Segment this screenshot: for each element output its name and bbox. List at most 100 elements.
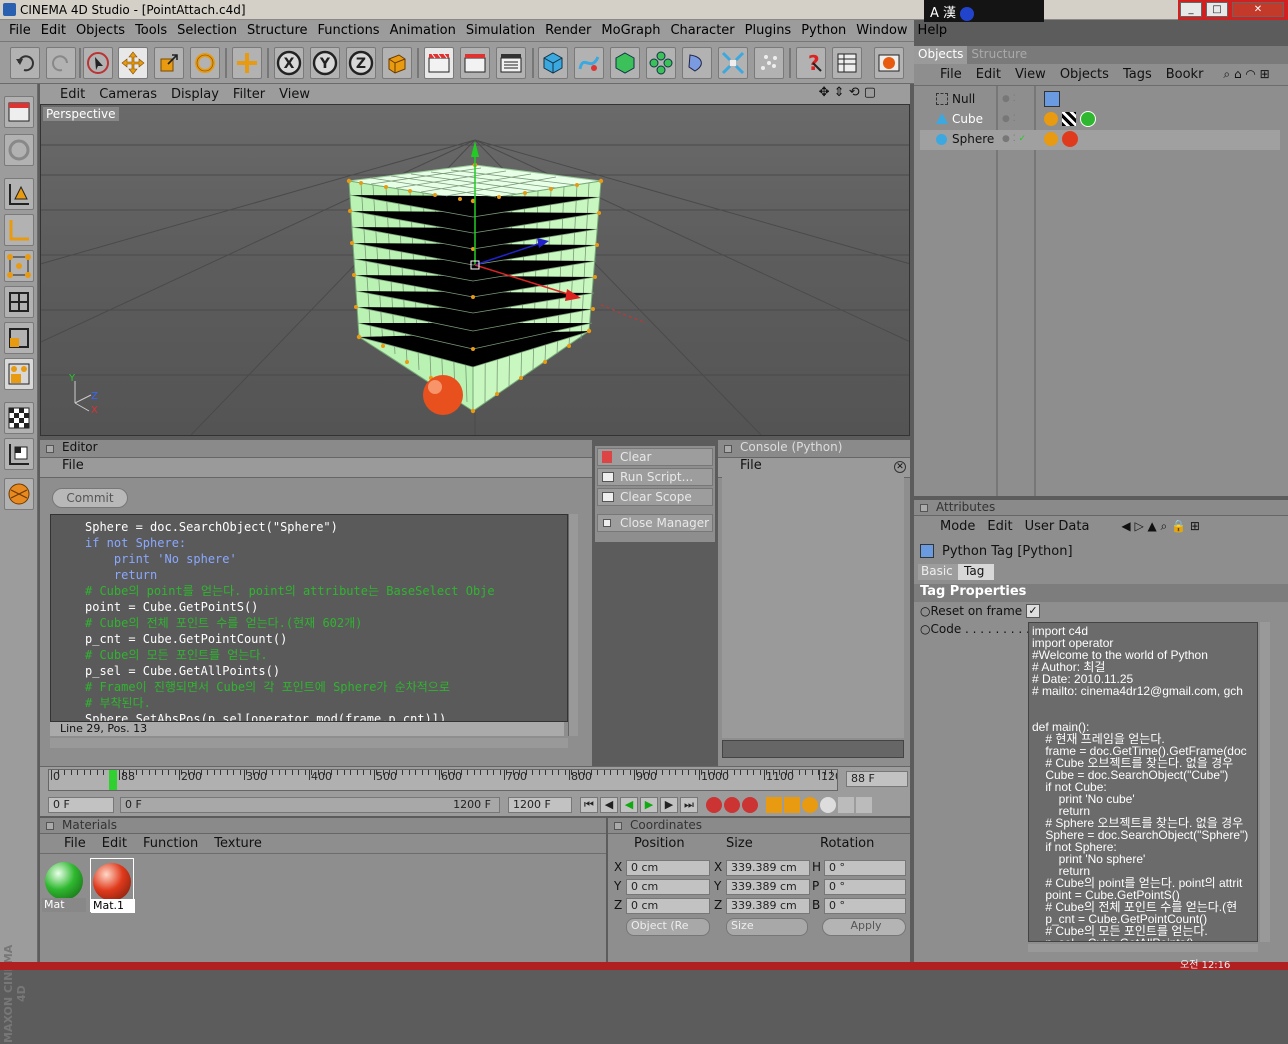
- nurbs-icon[interactable]: [610, 47, 640, 79]
- viewport-menu-view[interactable]: View: [279, 87, 310, 102]
- go-to-start-icon[interactable]: ⏮: [580, 797, 598, 813]
- materials-menu-function[interactable]: Function: [143, 836, 198, 851]
- size-x-field[interactable]: 339.389 cm: [726, 860, 810, 876]
- object-row-sphere[interactable]: Sphere ● ⁚ ✓: [920, 130, 1280, 150]
- python-tag-icon[interactable]: [1044, 91, 1060, 107]
- texture-mode-icon[interactable]: [4, 402, 34, 434]
- web-icon[interactable]: [874, 47, 904, 79]
- materials-menu-edit[interactable]: Edit: [102, 836, 127, 851]
- autokey-icon[interactable]: [724, 797, 740, 813]
- previous-frame-icon[interactable]: ◀: [600, 797, 618, 813]
- objects-menu-edit[interactable]: Edit: [976, 67, 1001, 82]
- close-button[interactable]: ✕: [1232, 2, 1284, 17]
- ime-toolbar[interactable]: A 漢: [924, 0, 1044, 22]
- y-axis-icon[interactable]: Y: [310, 47, 340, 79]
- rotate-icon[interactable]: [190, 47, 220, 79]
- visibility-dots[interactable]: ● ⁚ ✓: [1002, 134, 1026, 144]
- rotation-p-field[interactable]: 0 °: [824, 879, 906, 895]
- play-backward-icon[interactable]: ◀: [620, 797, 638, 813]
- phong-tag-icon[interactable]: [1044, 112, 1058, 126]
- attributes-menu-edit[interactable]: Edit: [987, 519, 1012, 534]
- render-settings-icon[interactable]: [496, 47, 526, 79]
- uv-mode-icon[interactable]: [4, 358, 34, 390]
- render-view-icon[interactable]: [424, 47, 454, 79]
- polygons-mode-icon[interactable]: [4, 322, 34, 354]
- rotation-b-field[interactable]: 0 °: [824, 898, 906, 914]
- viewport-menu-edit[interactable]: Edit: [60, 87, 85, 102]
- edges-mode-icon[interactable]: [4, 286, 34, 318]
- menu-mograph[interactable]: MoGraph: [596, 23, 665, 38]
- menu-objects[interactable]: Objects: [71, 23, 130, 38]
- deformer-icon[interactable]: [682, 47, 712, 79]
- tab-structure[interactable]: Structure: [967, 46, 1031, 64]
- position-key-icon[interactable]: [766, 797, 782, 813]
- spline-icon[interactable]: [574, 47, 604, 79]
- menu-edit[interactable]: Edit: [36, 23, 71, 38]
- menu-window[interactable]: Window: [851, 23, 912, 38]
- attributes-nav-icons[interactable]: ◀ ▷ ▲ ⌕ 🔒 ⊞: [1121, 519, 1199, 534]
- axis-mode-icon[interactable]: [4, 214, 34, 246]
- x-axis-icon[interactable]: X: [274, 47, 304, 79]
- commit-button[interactable]: Commit: [52, 488, 128, 508]
- position-x-field[interactable]: 0 cm: [626, 860, 710, 876]
- menu-functions[interactable]: Functions: [313, 23, 385, 38]
- coordinate-mode-dropdown[interactable]: Object (Re: [626, 918, 710, 936]
- objects-menu-bookmarks[interactable]: Bookr: [1166, 67, 1204, 82]
- viewport-menu-display[interactable]: Display: [171, 87, 219, 102]
- objects-search-icon[interactable]: ⌕ ⌂ ◠ ⊞: [1223, 67, 1269, 82]
- menu-plugins[interactable]: Plugins: [740, 23, 797, 38]
- particle-icon[interactable]: [754, 47, 784, 79]
- record-icon[interactable]: [706, 797, 722, 813]
- maximize-button[interactable]: □: [1206, 2, 1228, 17]
- position-y-field[interactable]: 0 cm: [626, 879, 710, 895]
- scale-icon[interactable]: [154, 47, 184, 79]
- menu-file[interactable]: File: [4, 23, 36, 38]
- tab-basic[interactable]: Basic: [918, 564, 958, 580]
- ime-help-icon[interactable]: [960, 6, 975, 21]
- undo-icon[interactable]: [10, 47, 40, 79]
- object-row-null[interactable]: Null ● ⁚: [920, 90, 1280, 110]
- viewport-menu-cameras[interactable]: Cameras: [99, 87, 157, 102]
- editor-horizontal-scrollbar[interactable]: [50, 738, 568, 748]
- sculpt-icon[interactable]: [4, 478, 34, 510]
- console-input[interactable]: [722, 740, 904, 758]
- rotation-key-icon[interactable]: [802, 797, 818, 813]
- play-forward-icon[interactable]: ▶: [640, 797, 658, 813]
- current-frame-field[interactable]: 88 F: [846, 771, 908, 787]
- scene-icon[interactable]: [718, 47, 748, 79]
- position-z-field[interactable]: 0 cm: [626, 898, 710, 914]
- array-icon[interactable]: [646, 47, 676, 79]
- console-close-icon[interactable]: ✕: [894, 461, 906, 473]
- tab-objects[interactable]: Objects: [914, 46, 968, 64]
- materials-menu-file[interactable]: File: [64, 836, 86, 851]
- attributes-menu-mode[interactable]: Mode: [940, 519, 975, 534]
- visibility-dots[interactable]: ● ⁚: [1002, 94, 1016, 104]
- live-select-icon[interactable]: [83, 47, 113, 79]
- menu-simulation[interactable]: Simulation: [461, 23, 540, 38]
- z-axis-icon[interactable]: Z: [346, 47, 376, 79]
- menu-tools[interactable]: Tools: [130, 23, 172, 38]
- keyframe-selection-icon[interactable]: [742, 797, 758, 813]
- menu-animation[interactable]: Animation: [385, 23, 461, 38]
- parameter-key-icon[interactable]: [820, 797, 836, 813]
- attributes-menu-user-data[interactable]: User Data: [1025, 519, 1090, 534]
- rotation-h-field[interactable]: 0 °: [824, 860, 906, 876]
- pla-key-icon[interactable]: [838, 797, 854, 813]
- menu-character[interactable]: Character: [665, 23, 739, 38]
- visibility-dots[interactable]: ● ⁚: [1002, 114, 1016, 124]
- code-editor[interactable]: Sphere = doc.SearchObject("Sphere") if no…: [50, 514, 568, 722]
- menu-structure[interactable]: Structure: [242, 23, 312, 38]
- go-to-end-icon[interactable]: ⏭: [680, 797, 698, 813]
- help-icon[interactable]: ?: [796, 47, 826, 79]
- menu-render[interactable]: Render: [540, 23, 596, 38]
- tab-tag[interactable]: Tag: [958, 564, 994, 580]
- apply-button[interactable]: Apply: [822, 918, 906, 936]
- size-z-field[interactable]: 339.389 cm: [726, 898, 810, 914]
- redo-icon[interactable]: [46, 47, 76, 79]
- scale-key-icon[interactable]: [784, 797, 800, 813]
- console-menu-file[interactable]: File ✕: [718, 458, 910, 478]
- workplane-mode-icon[interactable]: [4, 438, 34, 470]
- code-field-hscrollbar[interactable]: [1028, 944, 1258, 952]
- viewport-menu-filter[interactable]: Filter: [233, 87, 265, 102]
- size-y-field[interactable]: 339.389 cm: [726, 879, 810, 895]
